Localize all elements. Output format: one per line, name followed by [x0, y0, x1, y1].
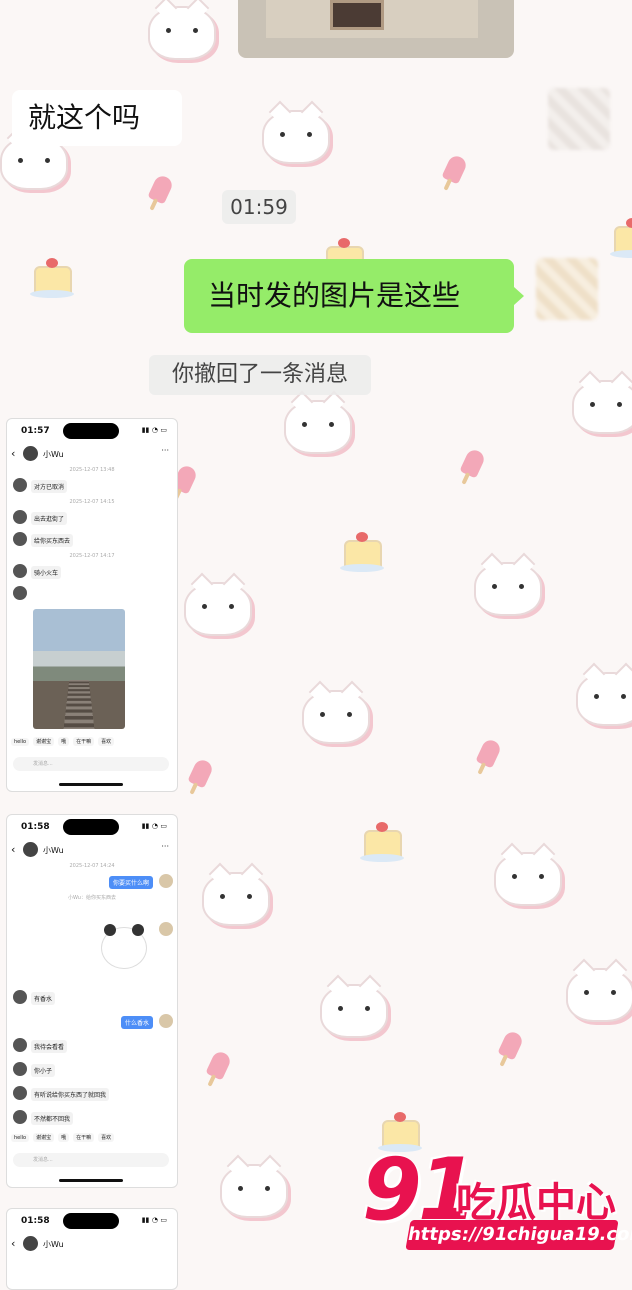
- dynamic-island: [63, 1213, 119, 1229]
- cat-sticker-icon: [262, 110, 330, 164]
- message-input: 发消息...: [13, 1153, 169, 1167]
- avatar: [23, 446, 38, 461]
- home-indicator: [59, 1179, 123, 1182]
- popsicle-sticker-icon: [459, 447, 487, 479]
- list-item: 出去逛街了: [7, 507, 177, 529]
- chat-header: ‹ 小Wu ···: [7, 839, 177, 861]
- pudding-sticker-icon: [610, 218, 632, 258]
- screenshot-image-2[interactable]: 01:58 ▮▮ ◔ ▭ ‹ 小Wu ··· 2025-12-07 14:24 …: [6, 814, 178, 1188]
- chat-header: ‹ 小Wu ···: [7, 443, 177, 465]
- pudding-sticker-icon: [360, 822, 404, 862]
- cat-sticker-icon: [202, 872, 270, 926]
- timestamp: 2025-12-07 14:24: [69, 863, 115, 869]
- status-time: 01:57: [21, 426, 50, 436]
- message-input: 发消息...: [13, 757, 169, 771]
- timestamp: 2025-12-07 14:17: [69, 553, 115, 559]
- list-item: 有听说给你买东西了就回我: [7, 1083, 177, 1105]
- recall-notice: 你撤回了一条消息: [149, 355, 371, 395]
- status-bar: 01:58 ▮▮ ◔ ▭: [7, 815, 177, 839]
- photo-message[interactable]: [238, 0, 514, 58]
- pudding-sticker-icon: [340, 532, 384, 572]
- timestamp: 2025-12-07 14:15: [69, 499, 115, 505]
- quote-note: 小Wu：给你买东西去: [68, 895, 116, 901]
- cat-sticker-icon: [320, 984, 388, 1038]
- popsicle-sticker-icon: [475, 737, 503, 769]
- popsicle-sticker-icon: [147, 173, 175, 205]
- list-item: [7, 583, 177, 605]
- signal-battery-icon: ▮▮ ◔ ▭: [141, 1216, 167, 1224]
- quick-replies: hello 谢谢宝哦在干嘛 喜欢: [11, 737, 118, 751]
- screenshot-image-3[interactable]: 01:58 ▮▮ ◔ ▭ ‹ 小Wu: [6, 1208, 178, 1290]
- list-item: 有香水: [7, 987, 177, 1009]
- cat-sticker-icon: [494, 852, 562, 906]
- avatar: [23, 842, 38, 857]
- list-item: 你小子: [7, 1059, 177, 1081]
- cat-sticker-icon: [184, 582, 252, 636]
- dynamic-island: [63, 423, 119, 439]
- popsicle-sticker-icon: [497, 1029, 525, 1061]
- outgoing-message-bubble[interactable]: 当时发的图片是这些: [184, 259, 524, 333]
- home-indicator: [59, 783, 123, 786]
- cat-sticker-icon: [284, 400, 352, 454]
- cat-sticker-icon: [220, 1164, 288, 1218]
- list-item: 我待会看看: [7, 1035, 177, 1057]
- back-chevron-icon: ‹: [11, 843, 16, 856]
- cat-sticker-icon: [148, 6, 216, 60]
- watermark-url: https://91chigua19.com: [405, 1220, 632, 1250]
- popsicle-sticker-icon: [187, 757, 215, 789]
- contact-avatar[interactable]: [548, 88, 610, 150]
- chat-header: ‹ 小Wu: [7, 1233, 177, 1255]
- contact-name: 小Wu: [43, 846, 64, 855]
- list-item: 什么香水: [7, 1011, 177, 1033]
- cat-sticker-icon: [474, 562, 542, 616]
- my-avatar[interactable]: [536, 258, 598, 320]
- screenshot-image-1[interactable]: 01:57 ▮▮ ◔ ▭ ‹ 小Wu ··· 2025-12-07 13:48 …: [6, 418, 178, 792]
- list-item: 不然都不回我: [7, 1107, 177, 1129]
- cat-sticker-icon: [566, 968, 632, 1022]
- more-icon: ···: [161, 842, 169, 851]
- quick-replies: hello 谢谢宝哦在干嘛 喜欢: [11, 1133, 118, 1147]
- more-icon: ···: [161, 446, 169, 455]
- cat-sticker-icon: [302, 690, 370, 744]
- back-chevron-icon: ‹: [11, 1237, 16, 1250]
- popsicle-sticker-icon: [441, 153, 469, 185]
- status-time: 01:58: [21, 822, 50, 832]
- status-time: 01:58: [21, 1216, 50, 1226]
- contact-name: 小Wu: [43, 450, 64, 459]
- signal-battery-icon: ▮▮ ◔ ▭: [141, 426, 167, 434]
- contact-name: 小Wu: [43, 1240, 64, 1249]
- popsicle-sticker-icon: [205, 1049, 233, 1081]
- cat-sticker-icon: [572, 380, 632, 434]
- list-item: 骑小火车: [7, 561, 177, 583]
- dynamic-island: [63, 819, 119, 835]
- signal-battery-icon: ▮▮ ◔ ▭: [141, 822, 167, 830]
- list-item: [7, 919, 177, 941]
- pudding-sticker-icon: [30, 258, 74, 298]
- incoming-message-bubble[interactable]: 就这个吗: [12, 90, 182, 146]
- list-item: 你要买什么啊: [7, 871, 177, 893]
- status-bar: 01:57 ▮▮ ◔ ▭: [7, 419, 177, 443]
- status-bar: 01:58 ▮▮ ◔ ▭: [7, 1209, 177, 1233]
- back-chevron-icon: ‹: [11, 447, 16, 460]
- cat-sticker-icon: [576, 672, 632, 726]
- list-item: 给你买东西去: [7, 529, 177, 551]
- message-time: 01:59: [222, 190, 296, 224]
- timestamp: 2025-12-07 13:48: [69, 467, 115, 473]
- avatar: [23, 1236, 38, 1251]
- list-item: 对方已取消: [7, 475, 177, 497]
- railway-photo: [33, 609, 125, 729]
